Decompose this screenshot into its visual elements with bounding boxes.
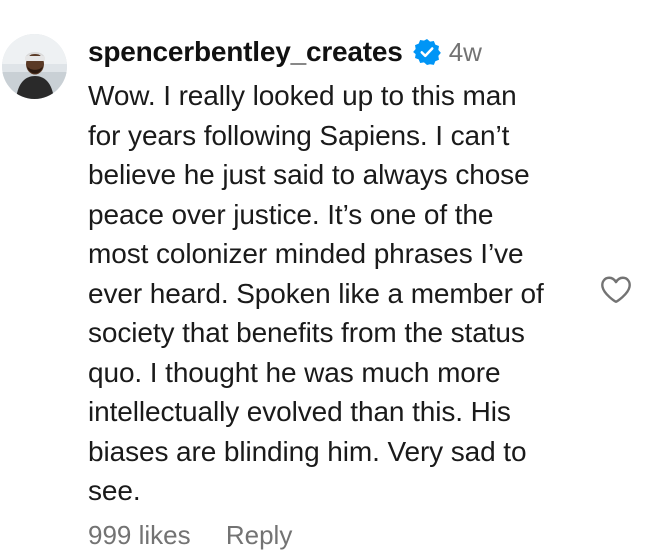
comment: spencerbentley_creates 4w Wow. I really … (0, 0, 650, 557)
verified-badge-icon (412, 38, 441, 66)
comment-header: spencerbentley_creates 4w (88, 28, 482, 76)
comment-line: Wow. I really looked up to this man (88, 80, 517, 111)
comment-line: for years following Sapiens. I can’t (88, 119, 510, 151)
comment-line: intellectually evolved than this. His (88, 396, 511, 427)
comment-line: quo. I thought he was much more (88, 356, 501, 388)
heart-outline-icon[interactable] (598, 271, 634, 307)
comment-line: biases are blinding him. Very sad to (88, 435, 527, 467)
likes-count[interactable]: 999 likes (88, 520, 191, 550)
reply-button[interactable]: Reply (226, 520, 292, 550)
comment-text: Wow. I really looked up to this man for … (88, 76, 588, 511)
comment-line: ever heard. Spoken like a member of (88, 277, 544, 309)
comment-line: peace over justice. It’s one of the (88, 198, 494, 230)
comment-line: see. (88, 475, 141, 506)
avatar[interactable] (2, 34, 67, 99)
comment-line: society that benefits from the status (88, 317, 525, 348)
username[interactable]: spencerbentley_creates (88, 36, 403, 68)
comment-timestamp: 4w (448, 36, 482, 67)
comment-footer: 999 likes Reply (88, 520, 292, 551)
avatar-image (2, 34, 67, 99)
comment-line: most colonizer minded phrases I’ve (88, 238, 524, 269)
comment-line: believe he just said to always chose (88, 159, 530, 190)
